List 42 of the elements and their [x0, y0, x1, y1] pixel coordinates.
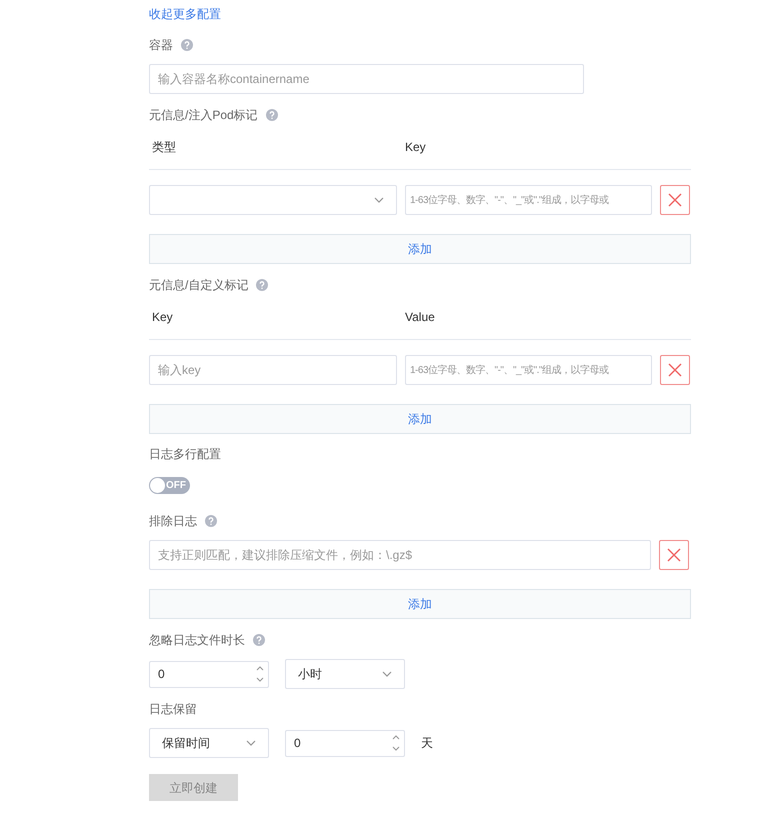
field-label: 忽略日志文件时长	[149, 632, 245, 649]
input-field[interactable]: 输入容器名称containername	[149, 64, 584, 94]
add-button[interactable]: 添加	[149, 589, 691, 619]
help-icon	[181, 39, 193, 51]
column-header: 类型	[151, 138, 177, 156]
field-label: 日志多行配置	[149, 446, 221, 463]
dropdown-select[interactable]: 小时	[285, 659, 405, 689]
help-icon	[253, 634, 265, 646]
stepper-icon	[392, 734, 400, 752]
field-label: 容器	[149, 37, 173, 54]
stepper-icon	[256, 665, 264, 683]
field-label: 元信息/注入Pod标记	[149, 107, 258, 124]
input-field[interactable]: 1-63位字母、数字、"-"、"_"或"."组成，以字母或	[405, 355, 652, 385]
chevron-down-icon	[374, 197, 384, 203]
number-input[interactable]: 0	[149, 660, 269, 688]
close-icon	[668, 363, 682, 377]
help-icon	[256, 279, 268, 291]
delete-button[interactable]	[659, 540, 689, 570]
chevron-down-icon	[246, 740, 256, 746]
close-icon	[668, 193, 682, 207]
help-icon	[205, 515, 217, 527]
input-field[interactable]: 输入key	[149, 355, 397, 385]
number-input[interactable]: 0	[285, 730, 405, 756]
field-label: 排除日志	[149, 513, 197, 530]
close-icon	[667, 548, 681, 562]
unit-label: 天	[421, 735, 433, 752]
dropdown-select[interactable]: 保留时间	[149, 728, 269, 758]
field-label: 元信息/自定义标记	[149, 277, 248, 294]
column-header: Value	[405, 308, 435, 326]
column-header: Key	[151, 308, 174, 326]
delete-button[interactable]	[660, 355, 690, 385]
help-icon	[266, 109, 278, 121]
input-field[interactable]: 支持正则匹配，建议排除压缩文件，例如：\.gz$	[149, 540, 651, 570]
toggle-switch[interactable]: OFF	[149, 477, 190, 494]
collapse-link[interactable]: 收起更多配置	[149, 5, 221, 23]
add-button[interactable]: 添加	[149, 234, 691, 264]
input-field[interactable]: 1-63位字母、数字、"-"、"_"或"."组成，以字母或	[405, 185, 652, 215]
column-header: Key	[405, 138, 426, 156]
field-label: 日志保留	[149, 701, 197, 718]
chevron-down-icon	[382, 671, 392, 677]
add-button[interactable]: 添加	[149, 404, 691, 434]
delete-button[interactable]	[660, 185, 690, 215]
